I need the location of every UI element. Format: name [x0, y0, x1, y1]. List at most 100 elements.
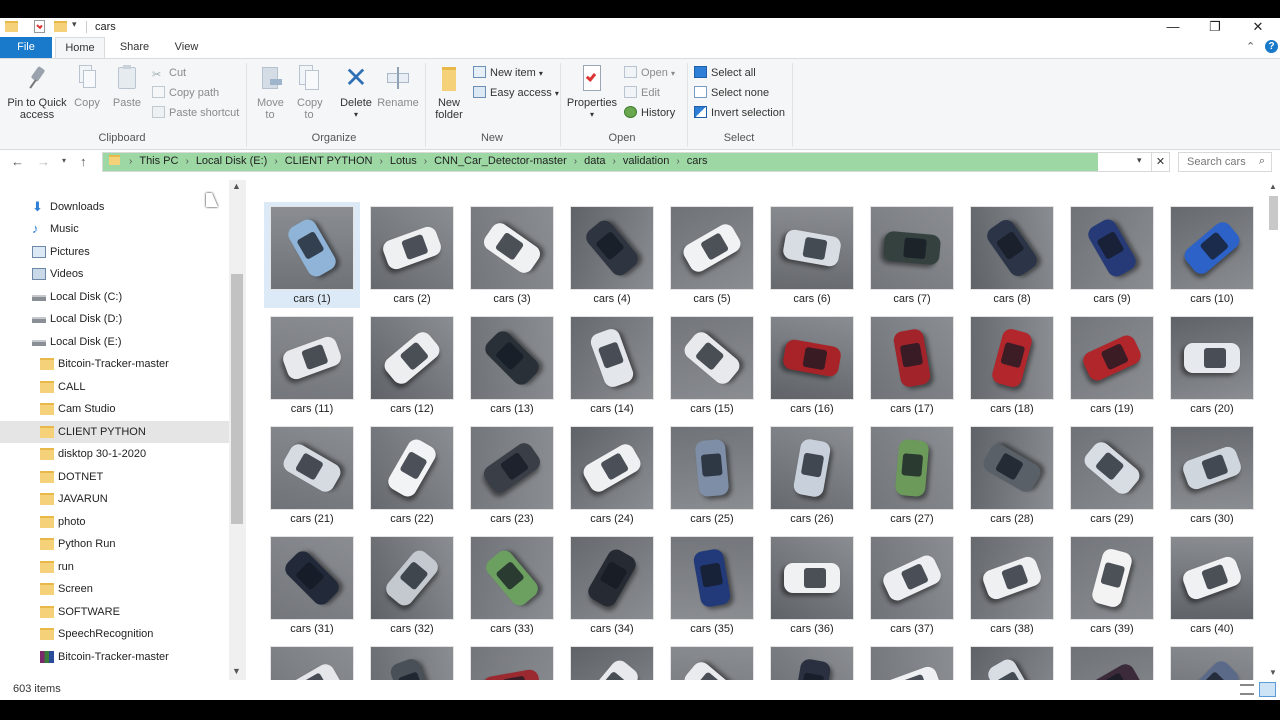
file-thumbnail[interactable]: cars (40)	[1164, 532, 1260, 638]
content-scrollbar[interactable]: ▲ ▼	[1266, 180, 1280, 680]
file-thumbnail[interactable]: cars (3)	[464, 202, 560, 308]
invert-selection-button[interactable]: Invert selection	[694, 106, 785, 120]
file-thumbnail[interactable]	[564, 642, 660, 680]
file-thumbnail[interactable]: cars (18)	[964, 312, 1060, 418]
nav-item[interactable]: ♪ Music	[0, 218, 229, 240]
new-item-button[interactable]: New item ▾	[473, 66, 543, 81]
file-thumbnail[interactable]: cars (35)	[664, 532, 760, 638]
scroll-thumb[interactable]	[231, 274, 243, 524]
file-thumbnail[interactable]: cars (19)	[1064, 312, 1160, 418]
nav-item[interactable]: Bitcoin-Tracker-master	[0, 353, 229, 375]
nav-item[interactable]: photo	[0, 511, 229, 533]
scroll-down-icon[interactable]: ▼	[1269, 668, 1277, 677]
search-input[interactable]: Search cars ⌕	[1178, 152, 1272, 172]
nav-item[interactable]: Cam Studio	[0, 398, 229, 420]
nav-item[interactable]: ⬇ Downloads	[0, 196, 229, 218]
file-thumbnail[interactable]: cars (4)	[564, 202, 660, 308]
nav-item[interactable]: disktop 30-1-2020	[0, 443, 229, 465]
nav-item[interactable]: JAVARUN	[0, 488, 229, 510]
file-thumbnail[interactable]: cars (26)	[764, 422, 860, 528]
file-thumbnail[interactable]: cars (7)	[864, 202, 960, 308]
tab-home[interactable]: Home	[55, 37, 105, 59]
file-thumbnail[interactable]	[964, 642, 1060, 680]
nav-item[interactable]: Videos	[0, 263, 229, 285]
address-dropdown-icon[interactable]: ▾	[1137, 155, 1142, 166]
breadcrumb-item[interactable]: CNN_Car_Detector-master	[434, 155, 567, 167]
file-thumbnail[interactable]: cars (9)	[1064, 202, 1160, 308]
file-thumbnail[interactable]: cars (37)	[864, 532, 960, 638]
pin-to-quick-access-button[interactable]: Pin to Quick access	[4, 65, 70, 121]
easy-access-button[interactable]: Easy access ▾	[473, 86, 559, 101]
rename-button[interactable]: Rename	[377, 65, 419, 109]
paste-shortcut-button[interactable]: Paste shortcut	[152, 106, 239, 120]
file-thumbnail[interactable]: cars (17)	[864, 312, 960, 418]
address-bar[interactable]: › This PC › Local Disk (E:) › CLIENT PYTHON › L…	[102, 152, 1170, 172]
nav-item[interactable]: SpeechRecognition	[0, 623, 229, 645]
help-icon[interactable]: ?	[1265, 40, 1278, 53]
file-thumbnail[interactable]: cars (27)	[864, 422, 960, 528]
chevron-right-icon[interactable]: ›	[424, 156, 427, 167]
file-thumbnail[interactable]: cars (25)	[664, 422, 760, 528]
chevron-right-icon[interactable]: ›	[574, 156, 577, 167]
open-button[interactable]: Open ▾	[624, 66, 675, 81]
breadcrumb-item[interactable]: Lotus	[390, 155, 417, 167]
breadcrumb-item[interactable]: Local Disk (E:)	[196, 155, 268, 167]
nav-pane-scrollbar[interactable]: ▲ ▼	[229, 180, 246, 680]
collapse-ribbon-icon[interactable]: ⌃	[1246, 40, 1255, 53]
file-thumbnail[interactable]: cars (16)	[764, 312, 860, 418]
up-arrow-icon[interactable]: ↑	[80, 154, 87, 169]
new-folder-icon[interactable]	[54, 21, 67, 32]
file-thumbnail[interactable]: cars (11)	[264, 312, 360, 418]
cut-button[interactable]: ✂ Cut	[152, 66, 186, 81]
properties-icon[interactable]	[34, 20, 45, 33]
move-to-button[interactable]: Move to	[252, 65, 288, 121]
edit-button[interactable]: Edit	[624, 86, 660, 100]
nav-item[interactable]: run	[0, 556, 229, 578]
properties-button[interactable]: Properties ▾	[565, 65, 619, 121]
file-thumbnail[interactable]: cars (2)	[364, 202, 460, 308]
breadcrumb-item[interactable]: cars	[687, 155, 708, 167]
nav-item[interactable]: CLIENT PYTHON	[0, 421, 229, 443]
nav-item[interactable]: Pictures	[0, 241, 229, 263]
file-thumbnail[interactable]: cars (23)	[464, 422, 560, 528]
nav-item[interactable]: Local Disk (E:)	[0, 331, 229, 353]
file-thumbnail[interactable]	[864, 642, 960, 680]
tab-view[interactable]: View	[165, 37, 208, 59]
select-all-button[interactable]: Select all	[694, 66, 756, 80]
back-arrow-icon[interactable]: ←	[11, 154, 24, 169]
scroll-up-icon[interactable]: ▲	[232, 181, 241, 191]
chevron-right-icon[interactable]: ›	[676, 156, 679, 167]
file-thumbnail[interactable]: cars (13)	[464, 312, 560, 418]
tab-file[interactable]: File	[0, 37, 52, 59]
file-thumbnail[interactable]: cars (29)	[1064, 422, 1160, 528]
scroll-thumb[interactable]	[1269, 196, 1278, 230]
nav-item[interactable]: Local Disk (D:)	[0, 308, 229, 330]
stop-loading-icon[interactable]: ✕	[1151, 153, 1169, 171]
close-button[interactable]: ✕	[1237, 18, 1279, 37]
new-folder-button[interactable]: New folder	[431, 65, 467, 121]
restore-button[interactable]: ❐	[1194, 18, 1236, 37]
breadcrumb-item[interactable]: validation	[623, 155, 669, 167]
file-thumbnail[interactable]: cars (5)	[664, 202, 760, 308]
file-thumbnail[interactable]: cars (15)	[664, 312, 760, 418]
chevron-right-icon[interactable]: ›	[129, 156, 132, 167]
file-thumbnail[interactable]	[764, 642, 860, 680]
chevron-right-icon[interactable]: ›	[613, 156, 616, 167]
nav-item[interactable]: CALL	[0, 376, 229, 398]
file-thumbnail[interactable]: cars (33)	[464, 532, 560, 638]
file-thumbnail[interactable]: cars (21)	[264, 422, 360, 528]
nav-item[interactable]: Screen	[0, 578, 229, 600]
delete-button[interactable]: ✕ Delete ▾	[338, 64, 374, 121]
paste-button[interactable]: Paste	[110, 65, 144, 109]
file-thumbnail[interactable]: cars (22)	[364, 422, 460, 528]
large-icons-view-icon[interactable]	[1259, 682, 1276, 697]
details-view-icon[interactable]	[1240, 684, 1254, 695]
minimize-button[interactable]: —	[1152, 18, 1194, 37]
file-thumbnail[interactable]	[464, 642, 560, 680]
tab-share[interactable]: Share	[112, 37, 157, 59]
file-thumbnail[interactable]	[1064, 642, 1160, 680]
history-button[interactable]: History	[624, 106, 675, 120]
customize-toolbar-icon[interactable]: ▾	[72, 19, 77, 30]
file-thumbnail[interactable]: cars (14)	[564, 312, 660, 418]
nav-item[interactable]: Python Run	[0, 533, 229, 555]
